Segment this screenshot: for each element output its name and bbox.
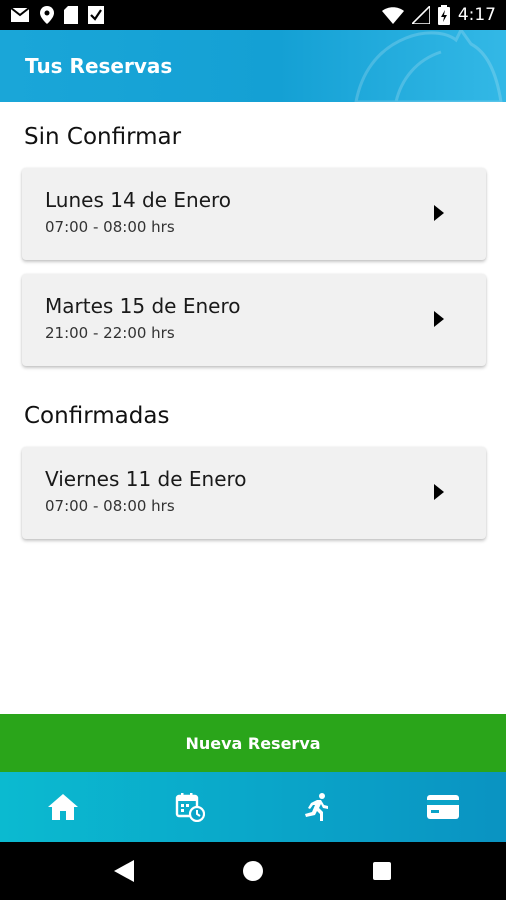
new-reservation-button[interactable]: Nueva Reserva <box>0 714 506 772</box>
reservation-card[interactable]: Lunes 14 de Enero 07:00 - 08:00 hrs <box>22 168 486 260</box>
sd-card-icon <box>64 6 78 24</box>
status-bar: 4:17 <box>0 0 506 30</box>
arrow-right-icon <box>434 205 444 221</box>
status-time: 4:17 <box>457 5 496 25</box>
reservation-date: Martes 15 de Enero <box>45 294 241 318</box>
reservation-time: 21:00 - 22:00 hrs <box>45 324 175 342</box>
running-icon <box>305 793 329 821</box>
page-title: Tus Reservas <box>25 54 173 78</box>
section-title-unconfirmed: Sin Confirmar <box>24 124 182 150</box>
bottom-nav <box>0 772 506 842</box>
wifi-icon <box>381 6 404 24</box>
status-right-icons: 4:17 <box>381 5 496 25</box>
status-left-icons <box>10 6 104 24</box>
reservation-time: 07:00 - 08:00 hrs <box>45 218 175 236</box>
home-circle-icon[interactable] <box>242 860 264 882</box>
arrow-right-icon <box>434 311 444 327</box>
app-icon <box>88 6 104 24</box>
reservation-card[interactable]: Martes 15 de Enero 21:00 - 22:00 hrs <box>22 274 486 366</box>
reservation-date: Viernes 11 de Enero <box>45 467 247 491</box>
reservation-time: 07:00 - 08:00 hrs <box>45 497 175 515</box>
no-signal-icon <box>411 6 430 24</box>
section-title-confirmed: Confirmadas <box>24 403 170 429</box>
reservation-date: Lunes 14 de Enero <box>45 188 232 212</box>
arrow-right-icon <box>434 484 444 500</box>
back-icon[interactable] <box>114 860 134 882</box>
nav-item-home[interactable] <box>0 772 127 842</box>
gmail-icon <box>10 7 30 23</box>
nav-item-activities[interactable] <box>253 772 380 842</box>
system-nav-bar <box>0 842 506 900</box>
location-icon <box>40 6 54 24</box>
horse-logo-icon <box>354 30 503 102</box>
home-icon <box>48 794 79 820</box>
recents-icon[interactable] <box>372 861 392 881</box>
app-bar: Tus Reservas <box>0 30 506 102</box>
calendar-clock-icon <box>175 793 205 822</box>
battery-icon <box>437 5 450 25</box>
reservation-card[interactable]: Viernes 11 de Enero 07:00 - 08:00 hrs <box>22 447 486 539</box>
credit-card-icon <box>426 795 459 819</box>
nav-item-payments[interactable] <box>380 772 506 842</box>
nav-item-schedule[interactable] <box>127 772 254 842</box>
